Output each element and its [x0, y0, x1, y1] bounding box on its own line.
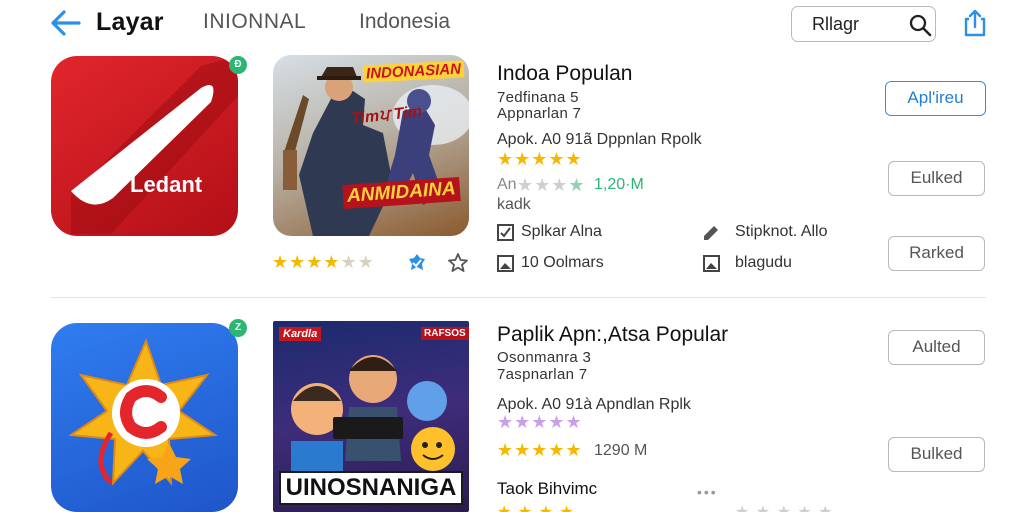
app-subtitle-1: Osonmanra 3 — [497, 349, 592, 366]
more-dots-icon[interactable]: ••• — [697, 484, 718, 500]
app-rating-stars: ★★★★★ — [497, 440, 583, 460]
favorite-star-icon[interactable] — [447, 252, 469, 274]
feature-title: Taok Bihvimc — [497, 479, 598, 498]
aulted-button[interactable]: Aulted — [888, 330, 985, 365]
game-banner-1[interactable]: INDONASIAN Timਪ Tim ANMIDAINA — [273, 55, 469, 236]
feature-text-3: 10 Oolmars — [521, 254, 604, 271]
search-input[interactable]: Rllagr — [791, 6, 936, 42]
faded-rating-stars: ★ ★ ★ ★ ★ — [735, 502, 834, 512]
app-title[interactable]: Indoa Populan — [497, 62, 632, 86]
search-icon[interactable] — [908, 13, 932, 37]
blade-icon — [71, 56, 238, 234]
meta-prefix: An — [497, 176, 517, 193]
app-rating-stars-purple: ★★★★★ — [497, 412, 583, 432]
apply-button[interactable]: Apl'ireu — [885, 81, 986, 116]
app-subtitle-2: 7aspnarlan 7 — [497, 366, 588, 383]
eulked-button[interactable]: Eulked — [888, 161, 985, 196]
feature-text-2: Stipknot. Allo — [735, 223, 828, 240]
checkbox-icon — [497, 224, 514, 241]
app-subtitle-1: 7edfinana 5 — [497, 89, 579, 106]
meta-stars: ★★★★ — [517, 175, 586, 196]
meta-suffix: kadk — [497, 196, 531, 213]
page-title: Layar — [96, 8, 164, 36]
app-icon-c-star[interactable] — [51, 323, 238, 512]
search-input-text: Rllagr — [812, 14, 860, 34]
feature-text-1: Splkar Alna — [521, 223, 602, 240]
banner-title-bottom: UINOSNANIGA — [279, 471, 463, 505]
feature-text-4: blagudu — [735, 254, 792, 271]
partial-rating-stars: ★ ★ ★ ★ — [497, 502, 575, 512]
share-icon[interactable] — [962, 8, 988, 38]
tab-indonesia[interactable]: Indonesia — [359, 10, 450, 34]
row-divider — [50, 297, 986, 298]
sun-star-icon — [68, 338, 218, 486]
app-header: Layar INIONNAL Indonesia Rllagr — [0, 0, 1024, 46]
meta-stars-filled: ★★★ — [517, 175, 569, 195]
bulked-button[interactable]: Bulked — [888, 437, 985, 472]
download-size: 1290 M — [594, 442, 648, 459]
image-icon — [497, 255, 514, 272]
app-icon-label: Ledant — [130, 172, 203, 197]
icon-rating-stars: ★★★★★★ — [272, 252, 375, 273]
rating-stars-filled: ★★★★ — [272, 252, 341, 272]
back-arrow-icon[interactable] — [48, 8, 82, 38]
app-title[interactable]: Paplik Apn:,Atsa Popular — [497, 323, 728, 347]
banner-logo-left: Kardla — [279, 327, 322, 341]
image-icon — [703, 255, 720, 272]
meta-stars-green: ★ — [568, 175, 586, 195]
rating-stars-empty: ★★ — [340, 252, 375, 272]
verified-icon — [409, 254, 425, 270]
app-rating-stars: ★★★★★ — [497, 149, 583, 169]
download-size: 1,20·M — [594, 176, 644, 193]
app-description: Apok. A0 91ã Dppnlan Rpolk — [497, 131, 702, 148]
app-subtitle-2: Appnarlan 7 — [497, 105, 582, 122]
banner-logo-right: RAFSOS — [421, 327, 469, 340]
rarked-button[interactable]: Rarked — [888, 236, 985, 271]
verified-badge: Z — [229, 319, 247, 337]
tab-international[interactable]: INIONNAL — [203, 10, 306, 34]
game-banner-2[interactable]: Kardla RAFSOS UINOSNANIGA — [273, 321, 469, 512]
app-icon-ledant[interactable]: Ledant — [51, 56, 238, 236]
verified-badge: Ð — [229, 56, 247, 74]
pencil-icon — [704, 226, 718, 240]
